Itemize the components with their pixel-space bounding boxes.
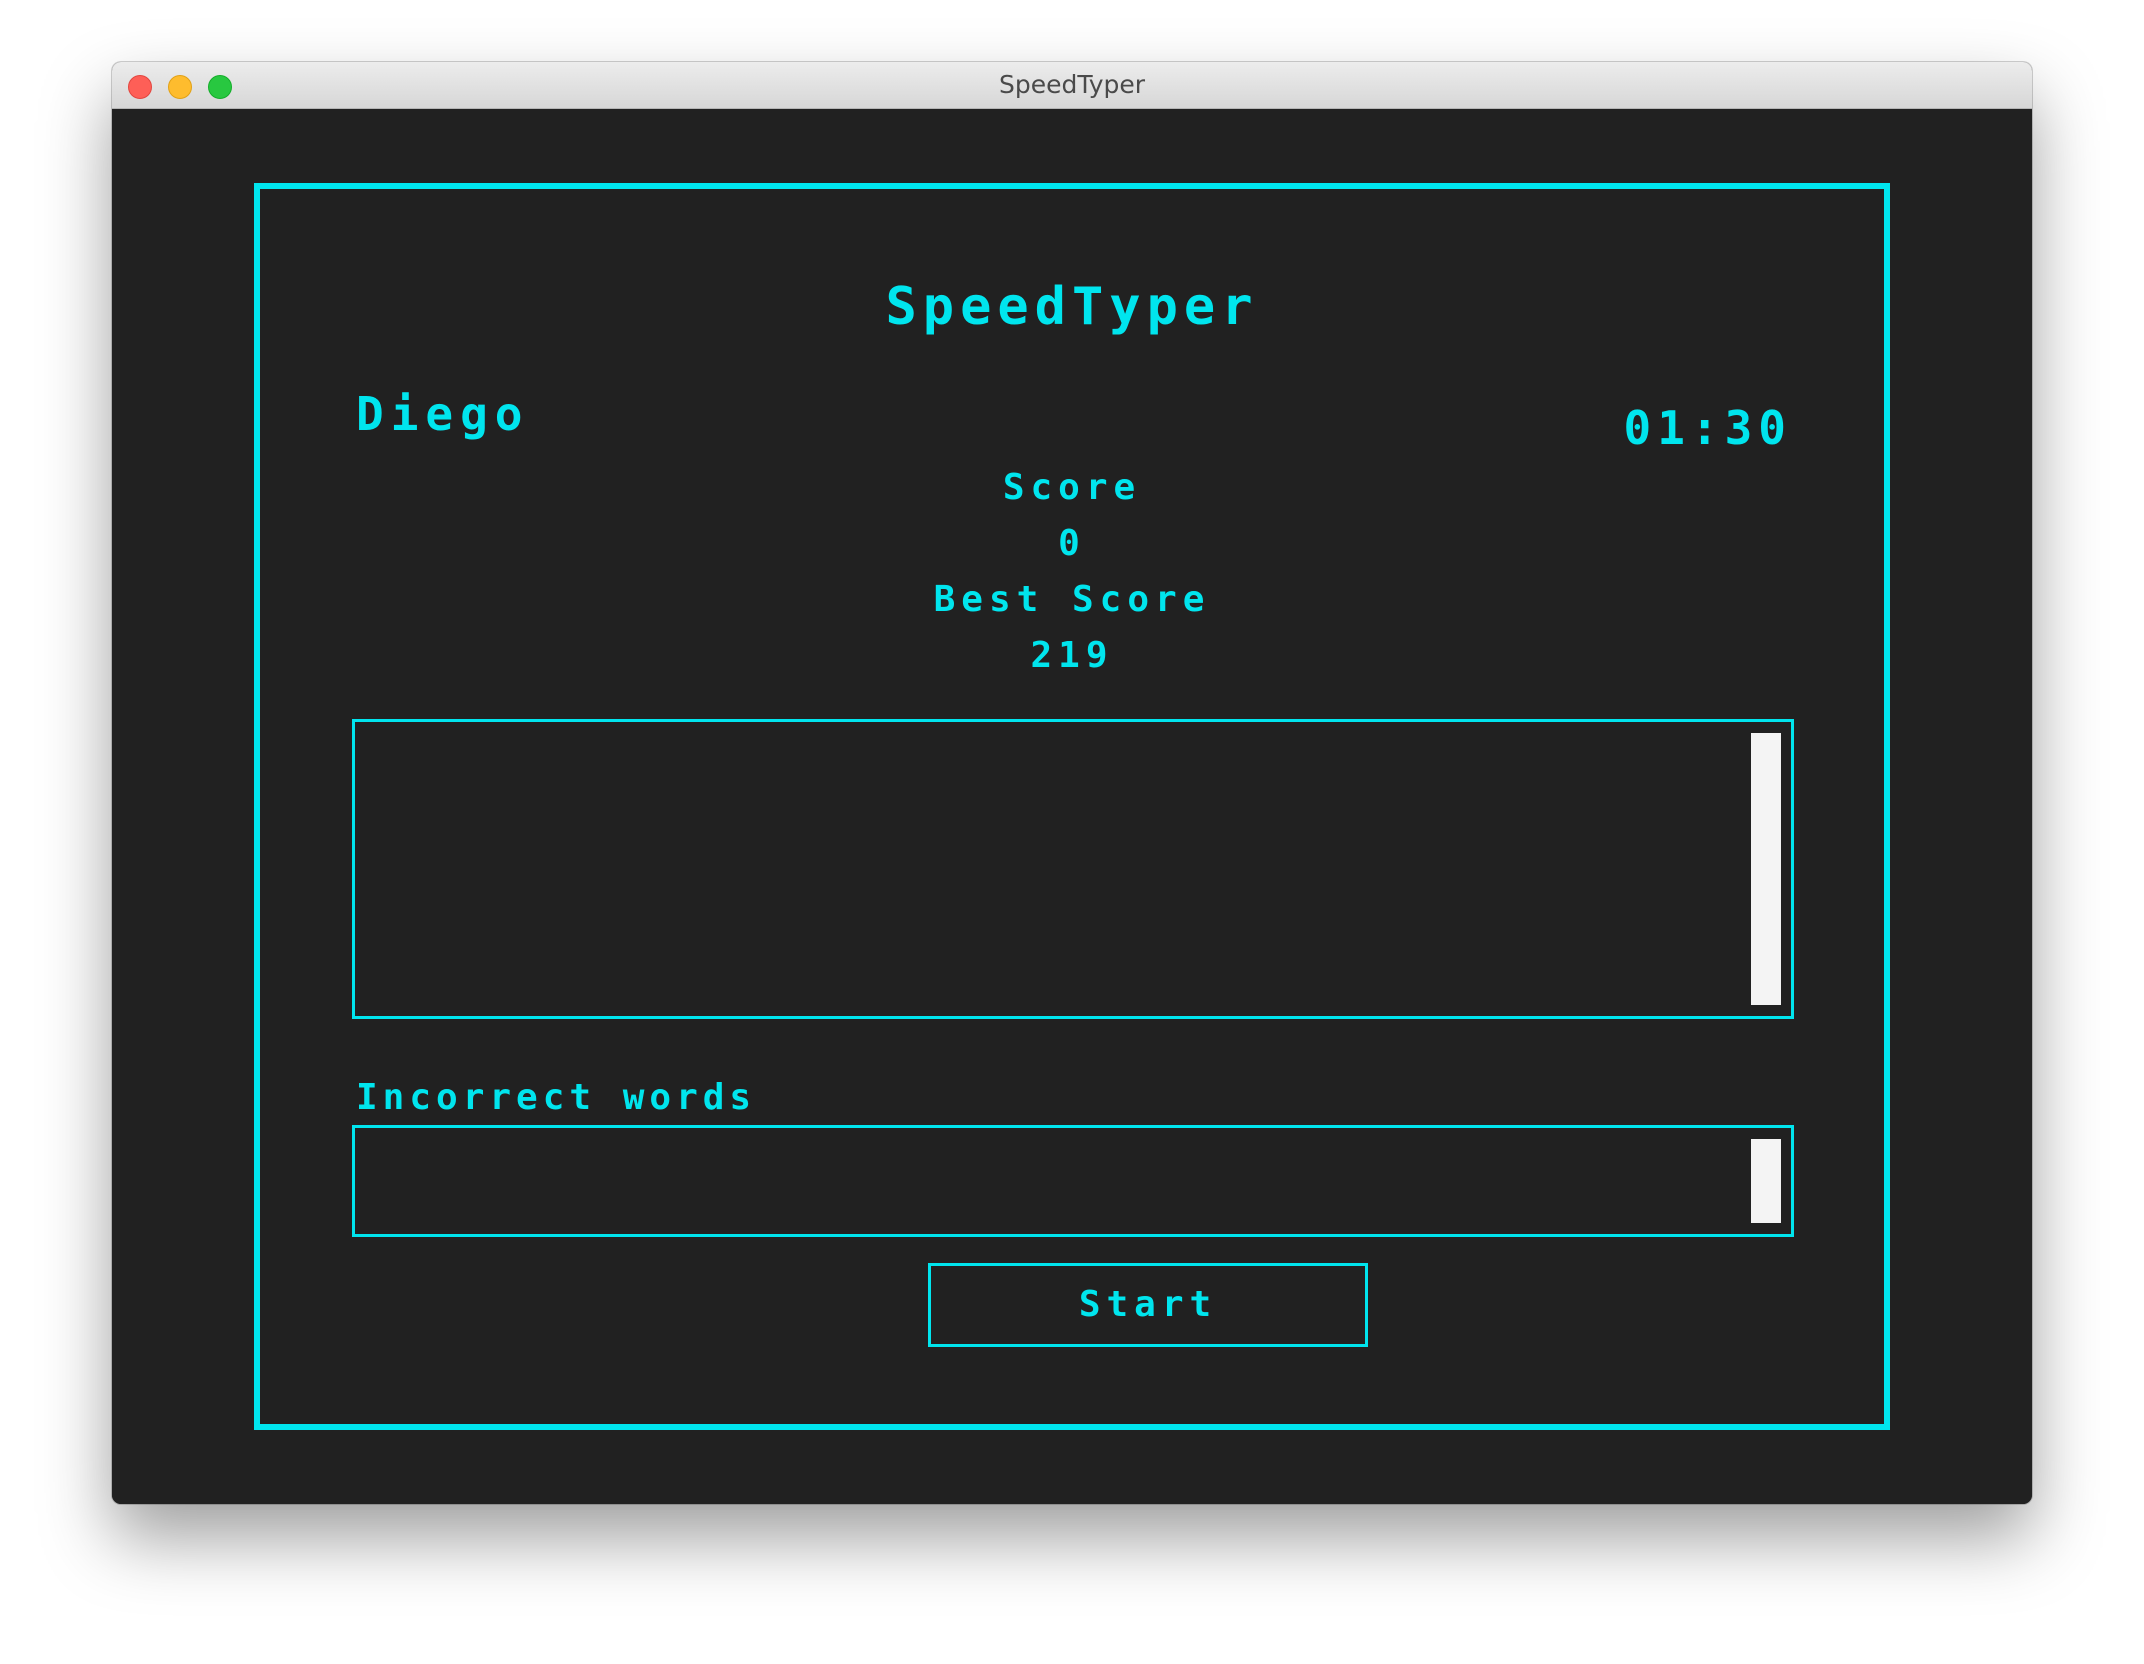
game-content: SpeedTyper Diego 01:30 Score 0 Best Scor… [112,109,2032,1504]
window-title: SpeedTyper [998,70,1146,99]
score-label: Score [1002,467,1142,508]
best-score-value: 219 [1030,635,1114,676]
countdown-timer: 01:30 [1623,401,1792,455]
incorrect-words-field[interactable] [352,1125,1794,1237]
typing-area[interactable] [352,719,1794,1019]
player-name: Diego [356,387,530,441]
title-bar[interactable]: SpeedTyper [112,62,2032,109]
typing-area-scrollbar[interactable] [1751,733,1781,1005]
game-frame: SpeedTyper Diego 01:30 Score 0 Best Scor… [254,183,1890,1430]
game-heading: SpeedTyper [885,277,1259,337]
start-button[interactable]: Start [928,1263,1368,1347]
best-score-label: Best Score [933,579,1211,620]
score-value: 0 [1058,523,1086,564]
app-window: SpeedTyper SpeedTyper Diego 01:30 Score … [112,62,2032,1504]
incorrect-words-scrollbar[interactable] [1751,1139,1781,1223]
incorrect-words-label: Incorrect words [356,1077,757,1118]
